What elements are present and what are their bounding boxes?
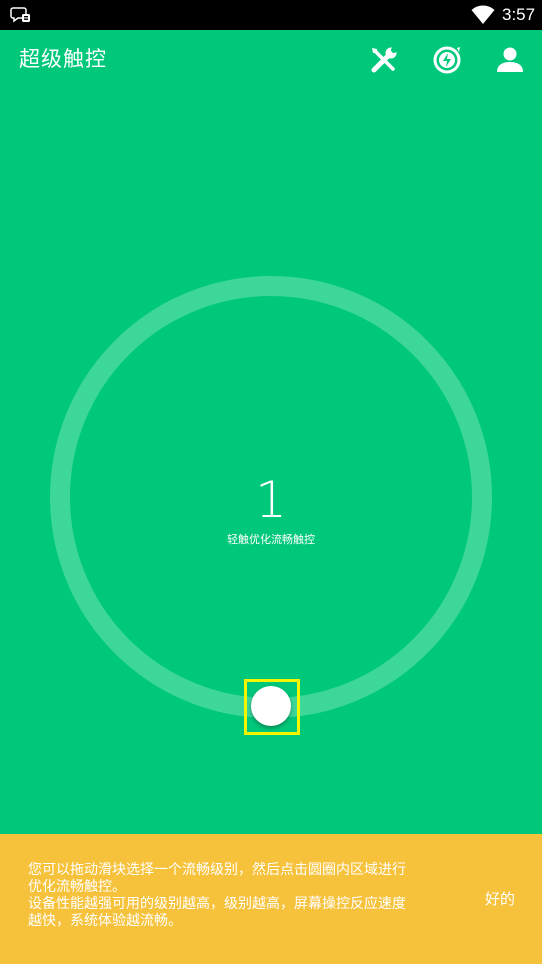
wifi-icon [471, 5, 495, 24]
boost-icon [433, 46, 461, 74]
app-bar: 超级触控 [0, 30, 542, 90]
touch-optimize-circle[interactable]: 1 轻触优化流畅触控 [49, 275, 493, 719]
level-description: 轻触优化流畅触控 [227, 533, 315, 546]
user-button[interactable] [492, 42, 528, 78]
status-bar: 3:57 [0, 0, 542, 30]
app-title: 超级触控 [19, 47, 107, 71]
tip-line: 设备性能越强可用的级别越高，级别越高，屏幕操控反应速度 [28, 896, 406, 912]
ok-button[interactable]: 好的 [470, 884, 530, 914]
tools-button[interactable] [366, 42, 402, 78]
chat-notification-icon [10, 7, 30, 23]
tip-text: 您可以拖动滑块选择一个流畅级别，然后点击圆圈内区域进行 优化流畅触控。 设备性能… [28, 862, 468, 930]
tools-icon [371, 47, 397, 73]
tip-line: 您可以拖动滑块选择一个流畅级别，然后点击圆圈内区域进行 [28, 862, 406, 878]
tip-line: 越快，系统体验越流畅。 [28, 913, 182, 929]
tip-line: 优化流畅触控。 [28, 879, 126, 895]
tip-bar: 您可以拖动滑块选择一个流畅级别，然后点击圆圈内区域进行 优化流畅触控。 设备性能… [0, 834, 542, 964]
level-slider-knob[interactable] [251, 686, 291, 726]
status-time: 3:57 [502, 5, 536, 24]
level-number: 1 [255, 471, 287, 529]
user-icon [497, 47, 523, 72]
boost-button[interactable] [429, 42, 465, 78]
